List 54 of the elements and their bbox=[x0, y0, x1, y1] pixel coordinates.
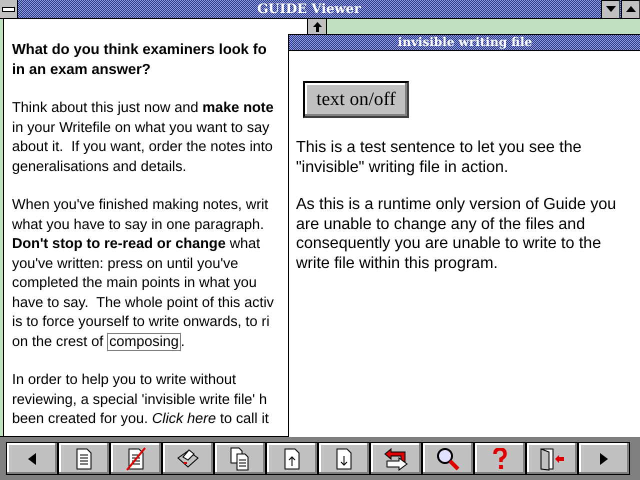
print-button[interactable] bbox=[162, 442, 214, 475]
question-mark-icon bbox=[493, 448, 507, 470]
text-toggle-button[interactable]: text on/off bbox=[303, 81, 409, 118]
minimize-button[interactable] bbox=[601, 0, 620, 18]
maximize-button[interactable] bbox=[621, 0, 640, 18]
page-button[interactable] bbox=[58, 442, 110, 475]
no-page-button[interactable] bbox=[110, 442, 162, 475]
text-line: been created for you. Click here to call it bbox=[12, 411, 269, 427]
text-line: have to say. The whole point of this activ bbox=[12, 294, 274, 310]
text-line: in an exam answer? bbox=[12, 62, 151, 78]
text-line: completed the main points in what you bbox=[12, 275, 257, 291]
window-title: GUIDE Viewer bbox=[256, 2, 362, 16]
text-line: is to force yourself to write onwards, to ri bbox=[12, 314, 270, 330]
text-line: you've written: press on until you've bbox=[12, 256, 238, 272]
paragraph: As this is a runtime only version of Guide you are unable to change any of the files and consequently you are unable to write to the write file within this program. bbox=[296, 195, 618, 273]
popup-title: invisible writing file bbox=[398, 35, 532, 49]
text-line: in your Writefile on what you want to say bbox=[12, 120, 270, 136]
text-line: about it. If you want, order the notes into bbox=[12, 139, 273, 155]
next-button[interactable] bbox=[578, 442, 630, 475]
text-line: Think about this just now and make note bbox=[12, 100, 274, 116]
back-button[interactable] bbox=[370, 442, 422, 475]
page-up-button[interactable] bbox=[266, 442, 318, 475]
text-line: What do you think examiners look fo bbox=[12, 42, 267, 58]
page-down-button[interactable] bbox=[318, 442, 370, 475]
text-line: Don't stop to re-read or change what bbox=[12, 236, 260, 252]
printer-icon bbox=[176, 448, 200, 470]
right-triangle-icon bbox=[600, 452, 608, 464]
text-line: on the crest of bbox=[12, 334, 104, 350]
help-button[interactable] bbox=[474, 442, 526, 475]
down-arrow-icon bbox=[606, 6, 616, 12]
search-button[interactable] bbox=[422, 442, 474, 475]
up-arrow-icon bbox=[626, 6, 636, 12]
crossed-page-icon bbox=[126, 446, 146, 470]
exit-button[interactable] bbox=[526, 442, 578, 475]
text-line: . bbox=[180, 334, 185, 350]
page-up-icon bbox=[284, 448, 300, 470]
up-arrow-icon bbox=[312, 22, 322, 32]
paragraph: This is a test sentence to let you see the "invisible" writing file in action. bbox=[296, 138, 582, 177]
search-icon bbox=[436, 446, 460, 470]
text-line: generalisations and details. bbox=[12, 158, 186, 174]
text-line: When you've finished making notes, writ bbox=[12, 197, 268, 213]
composing-link[interactable]: composing bbox=[107, 332, 181, 350]
door-exit-icon bbox=[539, 446, 565, 470]
previous-button[interactable] bbox=[6, 442, 58, 475]
text-line: reviewing, a special 'invisible write file' h bbox=[12, 392, 268, 408]
copy-icon bbox=[230, 446, 250, 470]
text-line: what you have to say in one paragraph. bbox=[12, 216, 264, 232]
return-arrows-icon bbox=[383, 446, 409, 470]
left-triangle-icon bbox=[28, 452, 36, 464]
copy-button[interactable] bbox=[214, 442, 266, 475]
page-down-icon bbox=[336, 448, 352, 470]
system-menu-button[interactable] bbox=[0, 0, 18, 18]
text-line: In order to help you to write without bbox=[12, 372, 236, 388]
page-icon bbox=[76, 448, 92, 470]
